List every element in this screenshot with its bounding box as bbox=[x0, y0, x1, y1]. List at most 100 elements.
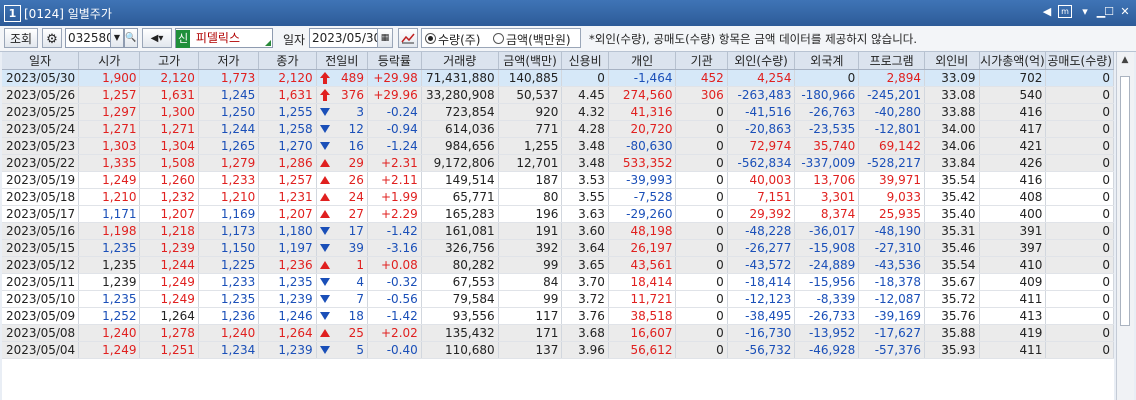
column-header[interactable]: 일자 bbox=[2, 52, 80, 70]
column-header[interactable]: 금액(백만) bbox=[498, 52, 563, 70]
cell-vol: 614,036 bbox=[421, 120, 499, 138]
column-header[interactable]: 외인(수량) bbox=[727, 52, 796, 70]
cell-mcap: 417 bbox=[979, 120, 1047, 138]
cell-credit-value: 0 bbox=[597, 71, 605, 85]
cell-fcomp-value: -46,928 bbox=[808, 343, 856, 357]
cell-short-value: 0 bbox=[1102, 173, 1110, 187]
table-row[interactable]: 2023/05/30 1,900 2,120 1,773 2,120 489 +29.98 7… bbox=[2, 69, 1114, 87]
chart-button[interactable] bbox=[398, 28, 418, 48]
column-header[interactable]: 시가총액(억) bbox=[979, 52, 1047, 70]
daily-price-grid[interactable]: 일자 시가 고가 저가 종가 전일비 등락률 거래량 금액(백만) 신용비 개인 기관 외인(수량) 외국… bbox=[2, 52, 1114, 400]
column-header[interactable]: 외국계 bbox=[794, 52, 860, 70]
column-header[interactable]: 저가 bbox=[198, 52, 260, 70]
memo-icon[interactable]: m bbox=[1058, 5, 1072, 18]
cell-fratio: 35.88 bbox=[924, 324, 980, 342]
table-row[interactable]: 2023/05/15 1,235 1,239 1,150 1,197 39 -3.16 326… bbox=[2, 239, 1114, 257]
cell-date-value: 2023/05/10 bbox=[6, 292, 76, 306]
cell-open-value: 1,252 bbox=[102, 309, 137, 323]
radio-amount[interactable] bbox=[493, 33, 504, 44]
cell-high-value: 1,239 bbox=[160, 241, 195, 255]
cell-short: 0 bbox=[1045, 222, 1114, 240]
cell-inst-value: 0 bbox=[716, 326, 724, 340]
column-header[interactable]: 외인비 bbox=[924, 52, 980, 70]
cell-fcomp-value: -24,889 bbox=[808, 258, 856, 272]
column-header[interactable]: 시가 bbox=[78, 52, 141, 70]
cell-diff: 12 bbox=[316, 120, 368, 138]
cell-low: 1,235 bbox=[198, 290, 260, 308]
cell-low: 1,233 bbox=[198, 273, 260, 291]
stock-code-input[interactable]: 032580 bbox=[65, 28, 114, 48]
table-row[interactable]: 2023/05/11 1,239 1,249 1,233 1,235 4 -0.32 67,5… bbox=[2, 273, 1114, 291]
cell-close: 1,239 bbox=[258, 290, 317, 308]
table-row[interactable]: 2023/05/09 1,252 1,264 1,236 1,246 18 -1.42 93,… bbox=[2, 307, 1114, 325]
column-header[interactable]: 개인 bbox=[608, 52, 677, 70]
maximize-icon[interactable]: ☐ bbox=[1102, 5, 1116, 19]
cell-open: 1,271 bbox=[78, 120, 141, 138]
column-header[interactable]: 프로그램 bbox=[858, 52, 926, 70]
query-button[interactable]: 조회 bbox=[4, 28, 38, 48]
cell-short: 0 bbox=[1045, 273, 1114, 291]
cell-open: 1,297 bbox=[78, 103, 141, 121]
column-header[interactable]: 기관 bbox=[675, 52, 728, 70]
vertical-scrollbar[interactable]: ▲ bbox=[1116, 52, 1134, 400]
column-header[interactable]: 거래량 bbox=[421, 52, 499, 70]
cell-diff-value: 5 bbox=[356, 343, 364, 357]
pin-icon[interactable]: ▾ bbox=[1078, 5, 1092, 19]
code-dropdown-button[interactable]: ▼ bbox=[110, 28, 124, 48]
stock-name-field[interactable]: 신 피델릭스 bbox=[175, 28, 273, 48]
table-row[interactable]: 2023/05/24 1,271 1,271 1,244 1,258 12 -0.94 614… bbox=[2, 120, 1114, 138]
table-row[interactable]: 2023/05/23 1,303 1,304 1,265 1,270 16 -1.24 984… bbox=[2, 137, 1114, 155]
cell-close: 1,197 bbox=[258, 239, 317, 257]
cell-inst: 0 bbox=[675, 341, 728, 359]
cell-short-value: 0 bbox=[1102, 207, 1110, 221]
cell-low: 1,245 bbox=[198, 86, 260, 104]
settings-button[interactable]: ⚙ bbox=[42, 28, 62, 48]
table-row[interactable]: 2023/05/08 1,240 1,278 1,240 1,264 25 +2.02 135… bbox=[2, 324, 1114, 342]
cell-fratio-value: 33.09 bbox=[941, 71, 976, 85]
sound-button[interactable]: ◀▾ bbox=[142, 28, 172, 48]
cell-indiv-value: -29,260 bbox=[626, 207, 673, 221]
column-header[interactable]: 공매도(수량) bbox=[1045, 52, 1114, 70]
column-header[interactable]: 등락률 bbox=[367, 52, 422, 70]
table-row[interactable]: 2023/05/17 1,171 1,207 1,169 1,207 27 +2.29 165… bbox=[2, 205, 1114, 223]
table-row[interactable]: 2023/05/12 1,235 1,244 1,225 1,236 1 +0.08 80,2… bbox=[2, 256, 1114, 274]
table-row[interactable]: 2023/05/19 1,249 1,260 1,233 1,257 26 +2.11 149… bbox=[2, 171, 1114, 189]
scroll-up-icon[interactable]: ▲ bbox=[1119, 55, 1131, 67]
cell-vol-value: 93,556 bbox=[452, 309, 495, 323]
cell-indiv-value: 20,720 bbox=[630, 122, 673, 136]
cell-fcomp: -8,339 bbox=[794, 290, 860, 308]
cell-fcomp: 8,374 bbox=[794, 205, 860, 223]
cell-close: 1,231 bbox=[258, 188, 317, 206]
column-header[interactable]: 종가 bbox=[258, 52, 317, 70]
cell-date: 2023/05/15 bbox=[2, 239, 80, 257]
up-triangle-icon bbox=[319, 159, 330, 167]
cell-mcap: 391 bbox=[979, 222, 1047, 240]
cell-vol: 71,431,880 bbox=[421, 69, 499, 87]
cell-open-value: 1,271 bbox=[102, 122, 137, 136]
scroll-thumb[interactable] bbox=[1120, 76, 1130, 326]
column-header[interactable]: 고가 bbox=[139, 52, 199, 70]
cell-amt: 80 bbox=[498, 188, 563, 206]
table-row[interactable]: 2023/05/22 1,335 1,508 1,279 1,286 29 +2.31 9,1… bbox=[2, 154, 1114, 172]
search-icon[interactable]: 🔍 bbox=[124, 28, 138, 48]
cell-fratio-value: 33.08 bbox=[941, 88, 976, 102]
column-header[interactable]: 전일비 bbox=[316, 52, 368, 70]
cell-vol-value: 984,656 bbox=[445, 139, 495, 153]
table-row[interactable]: 2023/05/18 1,210 1,232 1,210 1,231 24 +1.99 65,… bbox=[2, 188, 1114, 206]
cell-fratio: 35.72 bbox=[924, 290, 980, 308]
toolbar: 조회 ⚙ 032580 ▼ 🔍 ◀▾ 신 피델릭스 일자 2023/05/30 … bbox=[0, 26, 1136, 52]
table-row[interactable]: 2023/05/25 1,297 1,300 1,250 1,255 3 -0.24 723,… bbox=[2, 103, 1114, 121]
cell-date: 2023/05/19 bbox=[2, 171, 80, 189]
close-icon[interactable]: ✕ bbox=[1118, 5, 1132, 19]
table-row[interactable]: 2023/05/16 1,198 1,218 1,173 1,180 17 -1.42 161… bbox=[2, 222, 1114, 240]
table-row[interactable]: 2023/05/04 1,249 1,251 1,234 1,239 5 -0.40 110,… bbox=[2, 341, 1114, 359]
column-header[interactable]: 신용비 bbox=[561, 52, 609, 70]
radio-quantity[interactable] bbox=[425, 33, 436, 44]
table-row[interactable]: 2023/05/26 1,257 1,631 1,245 1,631 376 +29.96 3… bbox=[2, 86, 1114, 104]
cell-short: 0 bbox=[1045, 324, 1114, 342]
table-row[interactable]: 2023/05/10 1,235 1,249 1,235 1,239 7 -0.56 79,5… bbox=[2, 290, 1114, 308]
calendar-icon[interactable]: ▦ bbox=[377, 28, 393, 48]
prev-window-icon[interactable]: ◀ bbox=[1040, 5, 1054, 19]
cell-fcomp-value: -15,908 bbox=[808, 241, 856, 255]
cell-fratio: 35.54 bbox=[924, 256, 980, 274]
